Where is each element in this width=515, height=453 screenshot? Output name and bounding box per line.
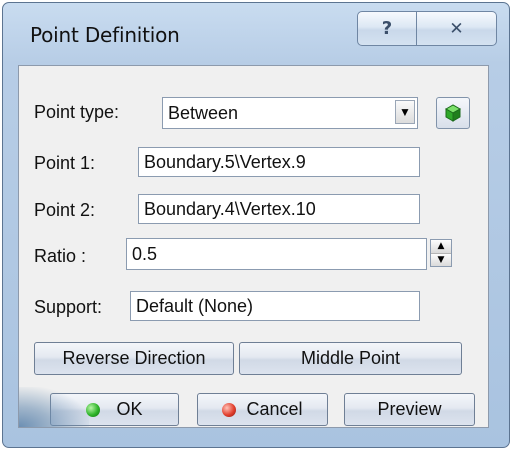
- chevron-down-icon[interactable]: ▼: [395, 100, 415, 124]
- help-icon: ?: [381, 18, 393, 39]
- point-type-combo[interactable]: Between ▼: [162, 97, 418, 129]
- support-field[interactable]: Default (None): [130, 291, 420, 321]
- close-button[interactable]: ✕: [417, 11, 497, 46]
- ratio-label: Ratio :: [34, 246, 87, 266]
- middle-point-button[interactable]: Middle Point: [239, 342, 462, 375]
- preview-button[interactable]: Preview: [344, 393, 475, 426]
- point-type-value: Between: [168, 103, 239, 123]
- green-cube-icon[interactable]: [436, 97, 470, 129]
- support-label: Support:: [34, 297, 103, 317]
- middle-point-label: Middle Point: [300, 348, 401, 368]
- point1-label: Point 1:: [34, 153, 96, 173]
- point-type-label: Point type:: [34, 102, 120, 122]
- ratio-spinner[interactable]: ▲ ▼: [430, 239, 452, 267]
- background-shade: [19, 387, 89, 427]
- cancel-button[interactable]: Cancel: [197, 393, 328, 426]
- point2-field[interactable]: Boundary.4\Vertex.10: [138, 194, 420, 224]
- reverse-direction-button[interactable]: Reverse Direction: [34, 342, 234, 375]
- titlebar-buttons: ? ✕: [357, 11, 497, 46]
- title-bar[interactable]: Point Definition ? ✕: [3, 3, 509, 65]
- close-icon: ✕: [449, 18, 464, 39]
- spin-down-icon[interactable]: ▼: [431, 253, 451, 266]
- cancel-label: Cancel: [246, 399, 303, 419]
- ratio-field[interactable]: 0.5: [126, 238, 427, 270]
- ok-label: OK: [116, 399, 143, 419]
- point1-field[interactable]: Boundary.5\Vertex.9: [138, 147, 420, 177]
- point-definition-dialog: Point Definition ? ✕ Point type: Between…: [2, 2, 510, 448]
- dialog-title: Point Definition: [30, 23, 180, 47]
- point2-label: Point 2:: [34, 200, 96, 220]
- help-button[interactable]: ?: [357, 11, 417, 46]
- red-ball-icon: [222, 402, 237, 417]
- dialog-body: Point type: Between ▼ Point 1: Boundary.…: [18, 65, 489, 428]
- reverse-direction-label: Reverse Direction: [62, 348, 206, 368]
- preview-label: Preview: [377, 399, 442, 419]
- cube-graphic: [444, 104, 462, 122]
- spin-up-icon[interactable]: ▲: [431, 240, 451, 254]
